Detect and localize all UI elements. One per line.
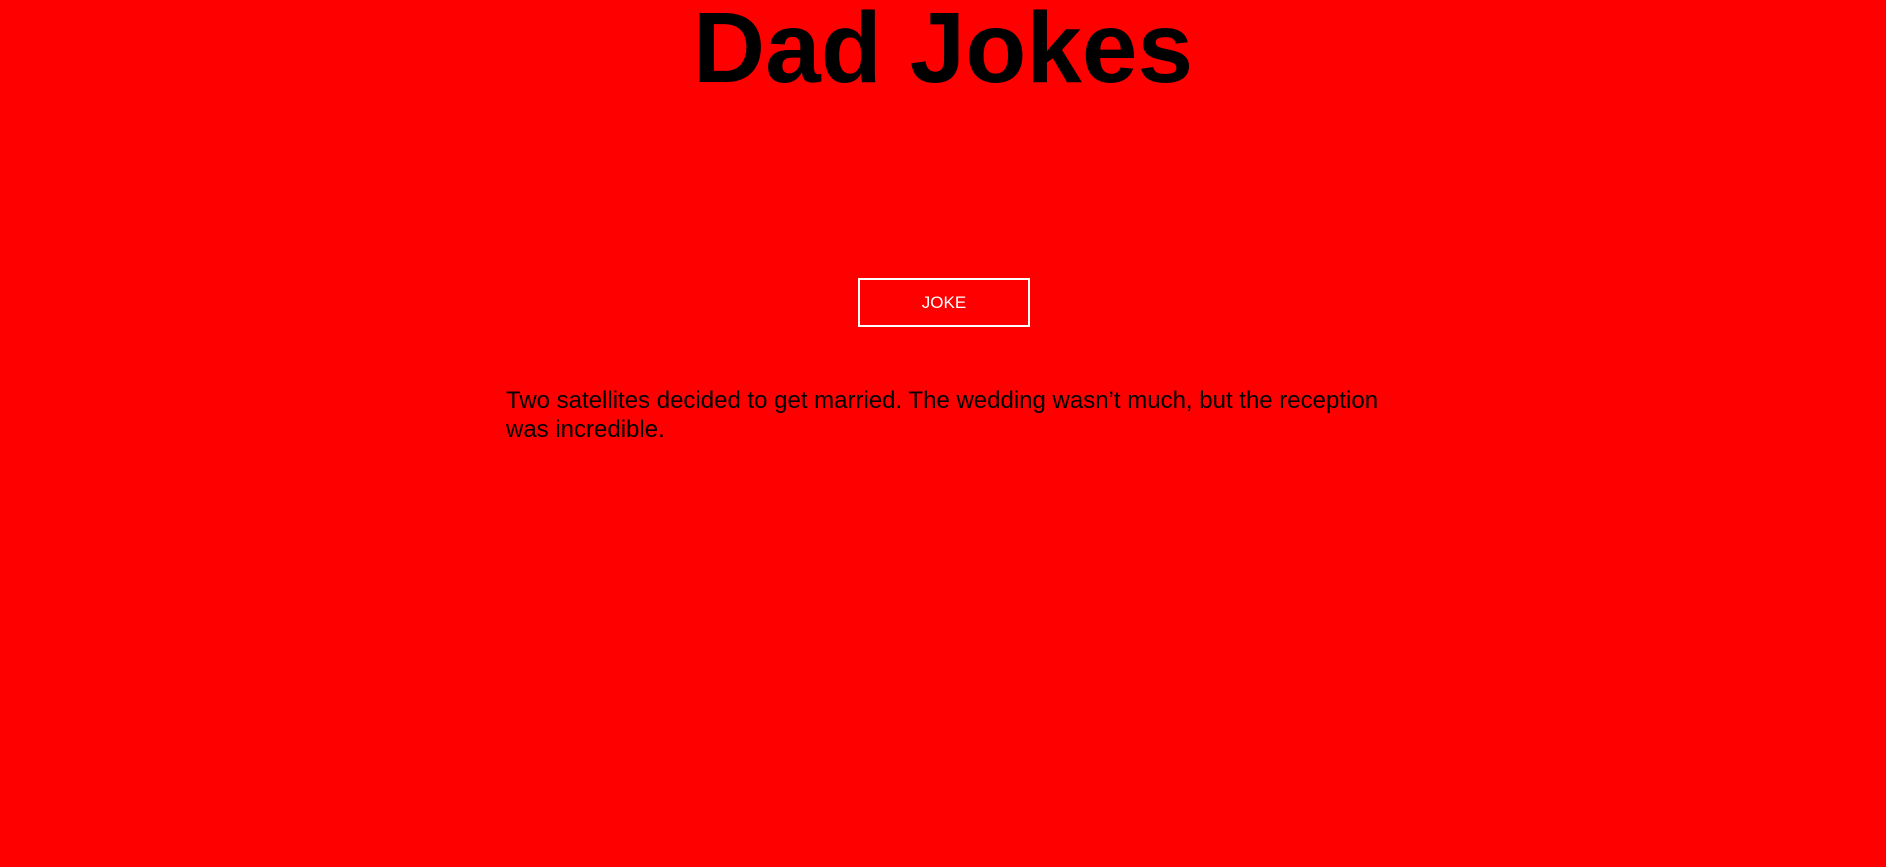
joke-button[interactable]: JOKE	[858, 278, 1030, 327]
page-title: Dad Jokes	[692, 0, 1194, 104]
joke-text: Two satellites decided to get married. T…	[506, 387, 1379, 443]
page: Dad Jokes JOKE Two satellites decided to…	[0, 0, 1886, 867]
